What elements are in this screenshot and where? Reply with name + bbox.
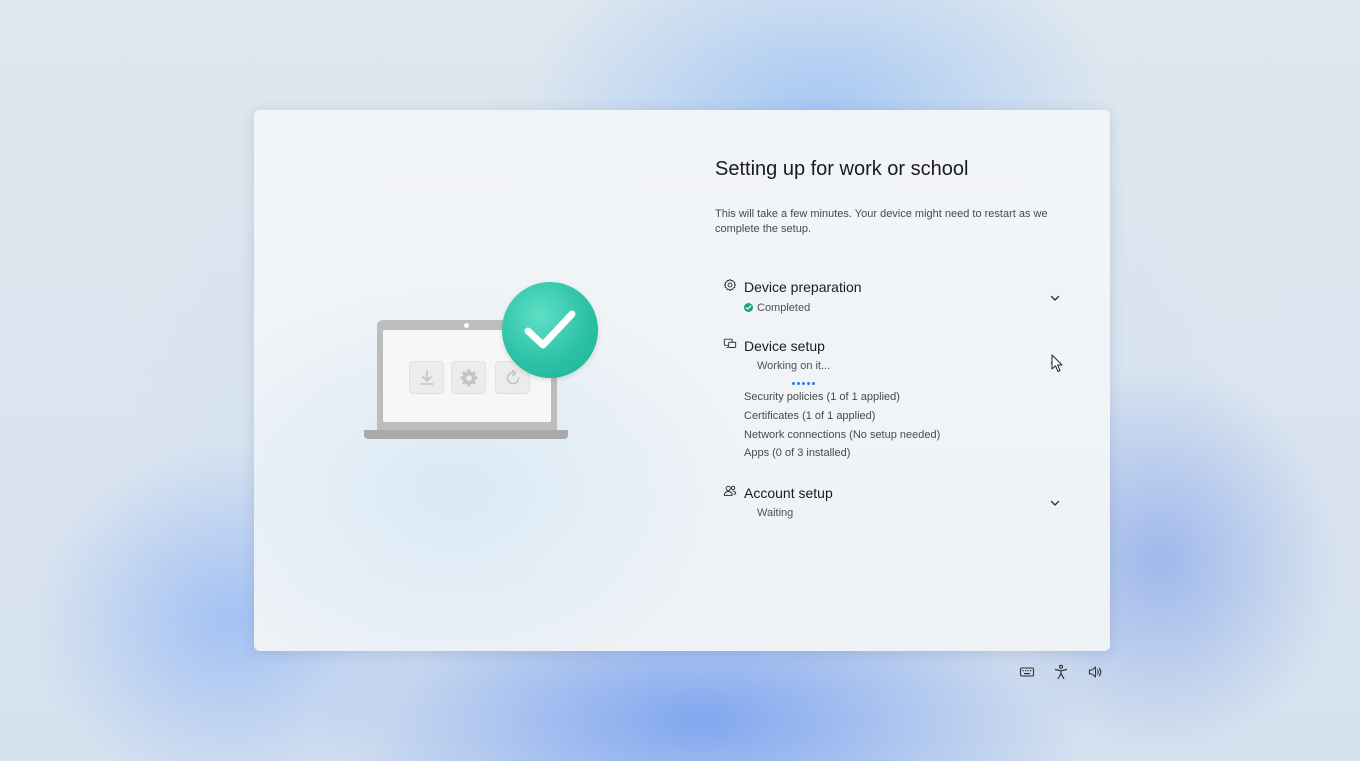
section-status: Completed [757,302,811,314]
success-badge [502,282,598,378]
page-title: Setting up for work or school [715,158,969,180]
download-tile [409,361,444,394]
detail-item: Apps (0 of 3 installed) [744,447,851,459]
detail-item: Security policies (1 of 1 applied) [744,391,900,403]
gear-icon [723,278,737,292]
accessibility-icon[interactable] [1053,664,1069,680]
section-title: Device preparation [744,279,862,295]
page-subtitle: This will take a few minutes. Your devic… [715,208,1048,235]
download-icon [420,370,434,385]
completed-status-icon [744,303,753,312]
progress-indicator [792,382,815,385]
section-status: Waiting [757,507,794,519]
checkmark-icon [524,310,576,349]
laptop-illustration [364,280,604,450]
setup-window: Setting up for work or school This will … [254,110,1110,651]
mouse-cursor-icon [1051,354,1063,372]
volume-icon[interactable] [1087,664,1103,680]
detail-item: Network connections (No setup needed) [744,429,941,441]
laptop-base [364,430,568,439]
detail-item: Certificates (1 of 1 applied) [744,410,876,422]
laptop-camera [464,323,469,328]
gear-icon [460,369,478,387]
chevron-down-icon[interactable] [1048,496,1062,510]
chevron-down-icon[interactable] [1048,291,1062,305]
refresh-icon [506,369,520,385]
section-title: Account setup [744,485,833,501]
keyboard-icon[interactable] [1019,664,1035,680]
section-status: Working on it... [757,360,831,372]
devices-icon [723,338,737,348]
people-icon [723,485,737,496]
section-title: Device setup [744,338,825,354]
gear-tile [451,361,486,394]
